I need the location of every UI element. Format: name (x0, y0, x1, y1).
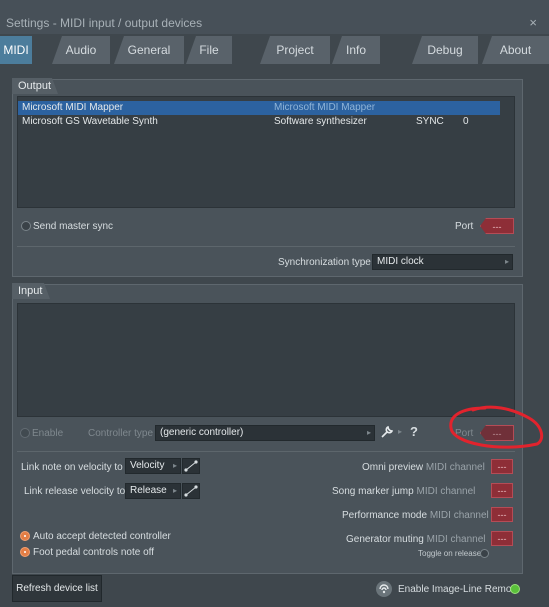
link-release-velocity-dropdown[interactable]: Release ▸ (125, 483, 181, 499)
output-device-row[interactable]: Microsoft GS Wavetable Synth Software sy… (18, 115, 500, 129)
input-port-label: Port (455, 428, 474, 439)
omni-preview-text: Omni preview (362, 462, 424, 473)
output-port-button[interactable]: --- (480, 218, 514, 234)
device-description: Microsoft MIDI Mapper (274, 102, 376, 113)
enable-label: Enable (32, 428, 64, 439)
enable-remote-radio[interactable] (510, 584, 520, 594)
foot-pedal-label: Foot pedal controls note off (33, 547, 155, 558)
device-port: 0 (463, 116, 469, 127)
device-name: Microsoft MIDI Mapper (22, 102, 124, 113)
link-release-velocity-label: Link release velocity to (24, 486, 126, 497)
link-note-on-velocity-value: Velocity (130, 460, 165, 471)
omni-preview-channel-button[interactable]: --- (491, 459, 513, 474)
midi-channel-text: MIDI channel (429, 510, 489, 521)
chevron-right-icon: ▸ (398, 427, 403, 436)
chevron-right-icon: ▸ (366, 428, 371, 437)
link-release-velocity-value: Release (130, 485, 167, 496)
output-device-row[interactable]: Microsoft MIDI Mapper Microsoft MIDI Map… (18, 101, 500, 115)
link-note-on-velocity-label: Link note on velocity to (21, 462, 123, 473)
output-device-list[interactable]: Microsoft MIDI Mapper Microsoft MIDI Map… (17, 96, 515, 208)
tab-midi[interactable]: MIDI (0, 36, 32, 64)
divider (17, 246, 515, 247)
title-bar: Settings - MIDI input / output devices × (0, 0, 549, 34)
link-note-on-velocity-dropdown[interactable]: Velocity ▸ (125, 458, 181, 474)
controller-type-label: Controller type (88, 428, 154, 439)
tab-info[interactable]: Info (332, 36, 380, 64)
link-curve-icon[interactable] (182, 483, 200, 499)
link-curve-icon[interactable] (182, 458, 200, 474)
remote-icon (376, 581, 392, 597)
window-title: Settings - MIDI input / output devices (6, 16, 203, 30)
device-description: Software synthesizer (274, 116, 367, 127)
tab-bar: MIDI Audio General File Project Info Deb… (0, 36, 549, 64)
chevron-right-icon: ▸ (172, 486, 177, 495)
sync-type-label: Synchronization type (278, 257, 371, 268)
controller-type-dropdown[interactable]: (generic controller) ▸ (155, 425, 375, 441)
song-marker-jump-text: Song marker jump (332, 486, 414, 497)
close-icon[interactable]: × (529, 15, 537, 30)
generator-muting-channel-button[interactable]: --- (491, 531, 513, 546)
performance-mode-text: Performance mode (342, 510, 428, 521)
song-marker-jump-channel-button[interactable]: --- (491, 483, 513, 498)
input-port-button[interactable]: --- (480, 425, 514, 441)
generator-muting-label: Generator muting MIDI channel (346, 534, 486, 545)
send-master-sync-label: Send master sync (33, 221, 114, 232)
midi-channel-text: MIDI channel (425, 462, 485, 473)
song-marker-jump-label: Song marker jump MIDI channel (332, 486, 475, 497)
foot-pedal-radio[interactable] (20, 547, 30, 557)
input-device-list[interactable] (17, 303, 515, 417)
send-master-sync-radio[interactable] (21, 221, 31, 231)
divider (17, 451, 515, 452)
chevron-right-icon: ▸ (504, 257, 509, 266)
sync-type-value: MIDI clock (377, 256, 424, 267)
auto-accept-label: Auto accept detected controller (33, 531, 171, 542)
device-sync: SYNC (416, 116, 444, 127)
wrench-icon[interactable] (378, 425, 396, 441)
midi-channel-text: MIDI channel (416, 486, 476, 497)
tab-debug[interactable]: Debug (412, 36, 478, 64)
sync-type-dropdown[interactable]: MIDI clock ▸ (372, 254, 513, 270)
midi-channel-text: MIDI channel (426, 534, 486, 545)
performance-mode-channel-button[interactable]: --- (491, 507, 513, 522)
device-name: Microsoft GS Wavetable Synth (22, 116, 158, 127)
help-button[interactable]: ? (410, 424, 418, 439)
tab-general[interactable]: General (114, 36, 184, 64)
auto-accept-radio[interactable] (20, 531, 30, 541)
refresh-device-list-button[interactable]: Refresh device list (12, 575, 102, 602)
generator-muting-text: Generator muting (346, 534, 424, 545)
chevron-right-icon: ▸ (172, 461, 177, 470)
controller-type-value: (generic controller) (160, 427, 244, 438)
tab-file[interactable]: File (186, 36, 232, 64)
output-section-label: Output (12, 78, 58, 94)
tab-audio[interactable]: Audio (52, 36, 110, 64)
enable-remote-label: Enable Image-Line Remote (398, 584, 520, 595)
toggle-on-release-label: Toggle on release (418, 549, 482, 558)
input-section-label: Input (12, 283, 50, 299)
enable-radio[interactable] (20, 428, 30, 438)
tab-about[interactable]: About (482, 36, 549, 64)
output-port-label: Port (455, 221, 474, 232)
tab-project[interactable]: Project (260, 36, 330, 64)
toggle-on-release-radio[interactable] (480, 549, 489, 558)
omni-preview-label: Omni preview MIDI channel (362, 462, 485, 473)
performance-mode-label: Performance mode MIDI channel (342, 510, 489, 521)
